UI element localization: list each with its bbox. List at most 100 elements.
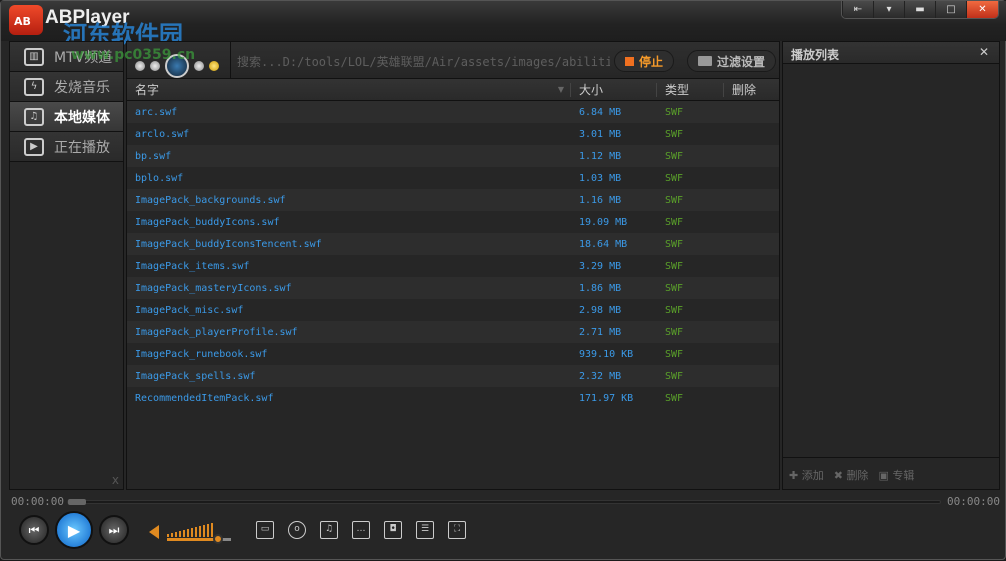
mini-mode-button[interactable]: ⇤ — [842, 1, 873, 18]
lightning-icon: ϟ — [24, 77, 44, 96]
fullscreen-icon[interactable]: ⛶ — [448, 521, 466, 539]
table-row[interactable]: ImagePack_playerProfile.swf 2.71 MB SWF — [127, 321, 779, 343]
subtitle-icon[interactable]: … — [352, 521, 370, 539]
window-controls: ⇤ ▾ ▬ □ ✕ — [841, 1, 999, 19]
play-button[interactable]: ▶ — [55, 511, 93, 549]
sidebar-item-label: 本地媒体 — [54, 109, 110, 126]
seek-bar[interactable] — [67, 499, 941, 505]
file-name[interactable]: ImagePack_playerProfile.swf — [127, 327, 571, 338]
delete-label: 删除 — [846, 469, 869, 482]
file-name[interactable]: ImagePack_buddyIconsTencent.swf — [127, 239, 571, 250]
file-name[interactable]: ImagePack_buddyIcons.swf — [127, 217, 571, 228]
seek-handle[interactable] — [68, 499, 86, 505]
search-input[interactable]: 搜索...D:/tools/LOL/英雄联盟/Air/assets/images… — [230, 42, 610, 78]
volume-bar — [207, 524, 209, 537]
table-row[interactable]: arc.swf 6.84 MB SWF — [127, 101, 779, 123]
delete-button[interactable]: ✖ 删除 — [834, 467, 869, 489]
music-icon[interactable]: ♫ — [320, 521, 338, 539]
file-type: SWF — [665, 150, 684, 162]
filter-settings-button[interactable]: 过滤设置 — [687, 50, 777, 72]
table-row[interactable]: bplo.swf 1.03 MB SWF — [127, 167, 779, 189]
column-delete[interactable]: 删除 — [724, 83, 779, 97]
file-type: SWF — [665, 282, 684, 294]
playlist-icon[interactable]: ☰ — [416, 521, 434, 539]
maximize-button[interactable]: □ — [935, 1, 966, 18]
speaker-icon[interactable] — [149, 525, 159, 539]
table-row[interactable]: RecommendedItemPack.swf 171.97 KB SWF — [127, 387, 779, 409]
sidebar-item-label: 正在播放 — [54, 139, 110, 156]
disc-icon[interactable]: o — [288, 521, 306, 539]
next-button[interactable]: ⏭ — [99, 515, 129, 545]
table-row[interactable]: ImagePack_runebook.swf 939.10 KB SWF — [127, 343, 779, 365]
sidebar-close-icon[interactable]: x — [112, 473, 119, 487]
play-icon: ▶ — [67, 520, 81, 540]
column-name[interactable]: 名字 ▼ — [127, 82, 571, 97]
file-name[interactable]: ImagePack_backgrounds.swf — [127, 195, 571, 206]
file-name[interactable]: ImagePack_runebook.swf — [127, 349, 571, 360]
file-type: SWF — [665, 238, 684, 250]
previous-button[interactable]: ⏮ — [19, 515, 49, 545]
table-row[interactable]: bp.swf 1.12 MB SWF — [127, 145, 779, 167]
album-button[interactable]: ▣ 专辑 — [878, 467, 914, 489]
table-row[interactable]: ImagePack_misc.swf 2.98 MB SWF — [127, 299, 779, 321]
file-name[interactable]: arclo.swf — [127, 129, 571, 140]
table-row[interactable]: ImagePack_buddyIcons.swf 19.09 MB SWF — [127, 211, 779, 233]
file-size: 171.97 KB — [579, 392, 634, 404]
app-logo: AB — [9, 5, 43, 35]
table-row[interactable]: ImagePack_buddyIconsTencent.swf 18.64 MB S… — [127, 233, 779, 255]
sidebar-item-1[interactable]: ϟ 发烧音乐 — [10, 72, 123, 102]
sidebar-item-2[interactable]: ♫ 本地媒体 — [10, 102, 123, 132]
playlist-header: 播放列表 ✕ — [783, 42, 999, 64]
file-name[interactable]: ImagePack_items.swf — [127, 261, 571, 272]
stop-button[interactable]: 停止 — [614, 50, 675, 72]
volume-bar — [183, 530, 185, 537]
file-size: 18.64 MB — [579, 238, 628, 250]
table-row[interactable]: ImagePack_spells.swf 2.32 MB SWF — [127, 365, 779, 387]
mtv-icon: ▥ — [24, 47, 44, 66]
close-icon[interactable]: ✕ — [979, 45, 989, 59]
file-size: 2.98 MB — [579, 304, 622, 316]
close-button[interactable]: ✕ — [966, 1, 998, 18]
sidebar-item-3[interactable]: ▶ 正在播放 — [10, 132, 123, 162]
volume-bar — [203, 525, 205, 537]
dot-icon[interactable] — [194, 61, 204, 71]
volume-bar — [167, 534, 169, 537]
watermark-url: www.pc0359.cn — [71, 47, 196, 63]
sidebar: ▥ MTV频道 ϟ 发烧音乐 ♫ 本地媒体 ▶ 正在播放 x — [9, 41, 124, 490]
file-name[interactable]: bp.swf — [127, 151, 571, 162]
file-name[interactable]: ImagePack_masteryIcons.swf — [127, 283, 571, 294]
screenshot-icon[interactable]: ◘ — [384, 521, 402, 539]
file-name[interactable]: ImagePack_spells.swf — [127, 371, 571, 382]
file-name[interactable]: ImagePack_misc.swf — [127, 305, 571, 316]
file-size: 1.03 MB — [579, 172, 622, 184]
table-row[interactable]: ImagePack_items.swf 3.29 MB SWF — [127, 255, 779, 277]
file-size: 1.86 MB — [579, 282, 622, 294]
table-row[interactable]: ImagePack_backgrounds.swf 1.16 MB SWF — [127, 189, 779, 211]
folder-icon — [698, 56, 712, 66]
column-type[interactable]: 类型 — [657, 82, 724, 97]
file-name[interactable]: arc.swf — [127, 107, 571, 118]
sort-arrow-icon[interactable]: ▼ — [558, 83, 564, 97]
table-row[interactable]: arclo.swf 3.01 MB SWF — [127, 123, 779, 145]
file-name[interactable]: RecommendedItemPack.swf — [127, 393, 571, 404]
file-type: SWF — [665, 194, 684, 206]
open-folder-icon[interactable]: ▭ — [256, 521, 274, 539]
playlist-title: 播放列表 — [791, 48, 840, 62]
menu-button[interactable]: ▾ — [873, 1, 904, 18]
volume-handle[interactable] — [213, 534, 224, 544]
minimize-button[interactable]: ▬ — [904, 1, 935, 18]
file-size: 1.16 MB — [579, 194, 622, 206]
next-icon: ⏭ — [108, 522, 120, 537]
volume-control[interactable] — [149, 521, 231, 544]
player-controls: 00:00:00 00:00:00 ⏮ ▶ ⏭ ▭ o ♫ … ◘ ☰ ⛶ — [1, 491, 1006, 561]
add-button[interactable]: ✚ 添加 — [789, 467, 824, 489]
file-size: 3.29 MB — [579, 260, 622, 272]
file-name[interactable]: bplo.swf — [127, 173, 571, 184]
table-row[interactable]: ImagePack_masteryIcons.swf 1.86 MB SWF — [127, 277, 779, 299]
column-size[interactable]: 大小 — [571, 82, 657, 97]
dot-icon[interactable] — [209, 61, 219, 71]
volume-bar — [171, 533, 173, 537]
file-size: 6.84 MB — [579, 106, 622, 118]
volume-slider[interactable] — [167, 534, 231, 544]
file-type: SWF — [665, 128, 684, 140]
